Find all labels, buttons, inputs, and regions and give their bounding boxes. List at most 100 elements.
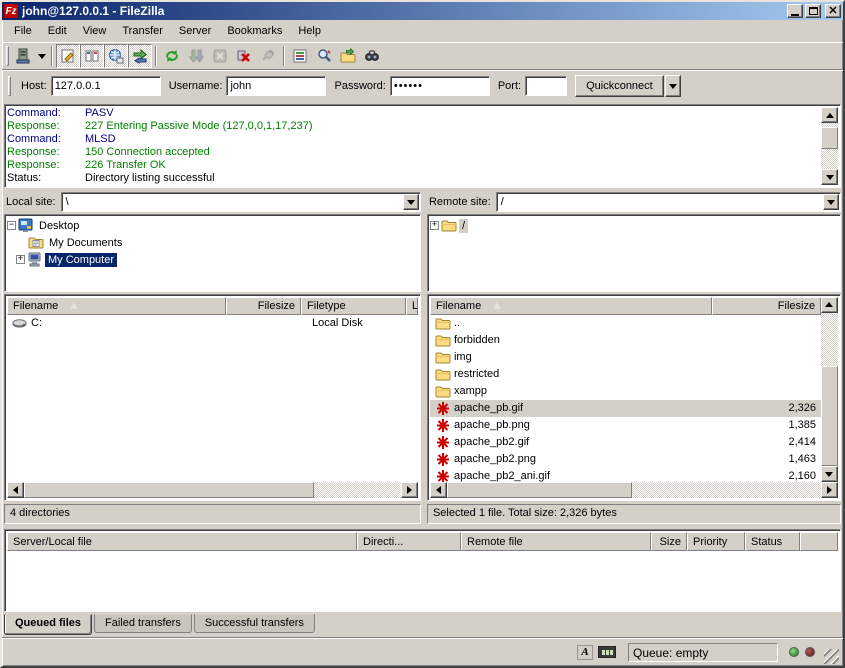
column-header-empty <box>800 532 838 551</box>
site-manager-dropdown[interactable] <box>35 45 48 67</box>
scroll-thumb[interactable] <box>821 366 838 466</box>
scroll-down-button[interactable] <box>821 466 838 482</box>
expand-expander[interactable]: + <box>430 221 439 230</box>
file-row-c-drive[interactable]: C: Local Disk <box>7 315 418 332</box>
scroll-thumb[interactable] <box>821 127 838 149</box>
scroll-right-button[interactable] <box>821 482 838 498</box>
column-header-filetype[interactable]: Filetype <box>301 297 406 315</box>
directory-comparison-button[interactable] <box>312 44 336 68</box>
log-scrollbar[interactable] <box>821 107 838 185</box>
toggle-transfer-queue-button[interactable] <box>128 44 152 68</box>
scroll-up-button[interactable] <box>821 297 838 313</box>
menu-bar: File Edit View Transfer Server Bookmarks… <box>2 20 843 42</box>
reconnect-icon <box>260 48 276 64</box>
remote-list-hscrollbar[interactable] <box>430 482 838 498</box>
quickconnect-dropdown[interactable] <box>665 75 681 97</box>
local-list-body[interactable]: C: Local Disk <box>7 315 418 482</box>
refresh-button[interactable] <box>160 44 184 68</box>
my-computer-icon <box>27 252 43 267</box>
local-site-dropdown[interactable] <box>403 194 419 210</box>
column-header-lastmodified[interactable]: L <box>406 297 418 315</box>
menu-file[interactable]: File <box>6 23 40 39</box>
expand-expander[interactable]: + <box>16 255 25 264</box>
tab-successful-transfers[interactable]: Successful transfers <box>194 614 315 633</box>
scroll-right-button[interactable] <box>401 482 418 498</box>
speed-limits-indicator[interactable] <box>598 644 616 660</box>
file-row-folder[interactable]: restricted <box>430 366 821 383</box>
scroll-left-button[interactable] <box>7 482 24 498</box>
username-input[interactable] <box>226 76 326 96</box>
tree-item-my-computer[interactable]: + My Computer <box>7 251 418 268</box>
column-header-filesize[interactable]: Filesize <box>226 297 301 315</box>
resize-grip[interactable] <box>824 649 839 664</box>
process-queue-button[interactable] <box>184 44 208 68</box>
scroll-thumb[interactable] <box>447 482 632 498</box>
file-name: apache_pb2_ani.gif <box>454 470 550 482</box>
menu-help[interactable]: Help <box>290 23 329 39</box>
tree-item-my-documents[interactable]: My Documents <box>7 234 418 251</box>
file-row-selected[interactable]: apache_pb.gif 2,326 <box>430 400 821 417</box>
tab-queued-files[interactable]: Queued files <box>4 614 92 635</box>
column-header-priority[interactable]: Priority <box>687 532 745 551</box>
find-files-button[interactable] <box>360 44 384 68</box>
toggle-message-log-button[interactable] <box>56 44 80 68</box>
collapse-expander[interactable]: − <box>7 221 16 230</box>
local-file-list: Filename Filesize Filetype L C: Local <box>4 294 421 501</box>
column-header-size[interactable]: Size <box>651 532 687 551</box>
file-row-file[interactable]: apache_pb.png 1,385 <box>430 417 821 434</box>
local-list-hscrollbar[interactable] <box>7 482 418 498</box>
arrow-left-icon <box>436 486 441 494</box>
local-site-combo[interactable]: \ <box>61 192 421 212</box>
site-manager-button[interactable] <box>11 44 35 68</box>
minimize-button[interactable] <box>787 4 803 18</box>
quickconnect-button[interactable]: Quickconnect <box>575 75 664 97</box>
scroll-left-button[interactable] <box>430 482 447 498</box>
tree-item-root[interactable]: + / <box>430 217 838 234</box>
reconnect-button[interactable] <box>256 44 280 68</box>
password-input[interactable] <box>390 76 490 96</box>
app-icon: Fz <box>4 4 18 18</box>
close-button[interactable]: ✕ <box>825 4 841 18</box>
queue-body[interactable] <box>7 551 838 609</box>
file-row-folder[interactable]: forbidden <box>430 332 821 349</box>
disconnect-button[interactable] <box>232 44 256 68</box>
file-row-file[interactable]: apache_pb2.gif 2,414 <box>430 434 821 451</box>
file-row-folder[interactable]: xampp <box>430 383 821 400</box>
scroll-thumb[interactable] <box>24 482 314 498</box>
column-header-status[interactable]: Status <box>745 532 800 551</box>
file-row-folder[interactable]: img <box>430 349 821 366</box>
column-header-remote-file[interactable]: Remote file <box>461 532 651 551</box>
file-row-updir[interactable]: .. <box>430 315 821 332</box>
filter-button[interactable] <box>288 44 312 68</box>
scroll-up-button[interactable] <box>821 107 838 123</box>
tab-failed-transfers[interactable]: Failed transfers <box>94 614 192 633</box>
menu-edit[interactable]: Edit <box>40 23 75 39</box>
toggle-local-tree-button[interactable] <box>80 44 104 68</box>
scroll-down-button[interactable] <box>821 169 838 185</box>
menu-bookmarks[interactable]: Bookmarks <box>219 23 290 39</box>
maximize-button[interactable] <box>805 4 821 18</box>
toolbar-separator <box>155 46 157 66</box>
remote-list-body[interactable]: .. forbidden img restricted <box>430 315 821 482</box>
tree-item-desktop[interactable]: − Desktop <box>7 217 418 234</box>
remote-list-vscrollbar[interactable] <box>821 297 838 482</box>
host-input[interactable] <box>51 76 161 96</box>
cancel-button[interactable] <box>208 44 232 68</box>
toggle-remote-tree-button[interactable] <box>104 44 128 68</box>
column-header-server-local-file[interactable]: Server/Local file <box>7 532 357 551</box>
column-header-filename[interactable]: Filename <box>430 297 712 315</box>
title-bar[interactable]: Fz john@127.0.0.1 - FileZilla ✕ <box>2 2 843 20</box>
menu-transfer[interactable]: Transfer <box>114 23 171 39</box>
file-row-file[interactable]: apache_pb2_ani.gif 2,160 <box>430 468 821 482</box>
port-input[interactable] <box>525 76 567 96</box>
column-header-filesize[interactable]: Filesize <box>712 297 822 315</box>
menu-view[interactable]: View <box>75 23 115 39</box>
remote-site-combo[interactable]: / <box>496 192 841 212</box>
synchronized-browsing-button[interactable] <box>336 44 360 68</box>
data-type-indicator[interactable]: A <box>576 644 594 660</box>
remote-site-dropdown[interactable] <box>823 194 839 210</box>
menu-server[interactable]: Server <box>171 23 219 39</box>
column-header-filename[interactable]: Filename <box>7 297 226 315</box>
file-row-file[interactable]: apache_pb2.png 1,463 <box>430 451 821 468</box>
column-header-direction[interactable]: Directi... <box>357 532 461 551</box>
